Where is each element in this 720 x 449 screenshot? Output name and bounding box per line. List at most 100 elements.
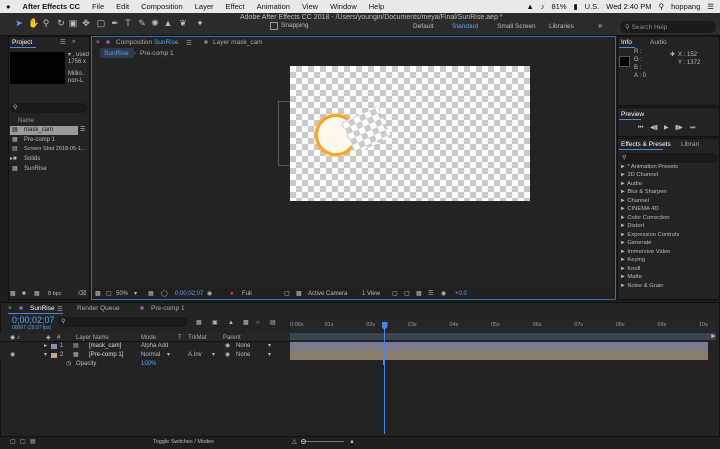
zoom-slider[interactable] xyxy=(302,441,344,442)
label-color-1[interactable] xyxy=(51,344,57,349)
pen-tool-icon[interactable]: ✒ xyxy=(110,18,120,29)
timeline-search-input[interactable]: ⚲ xyxy=(58,317,188,327)
work-area-bar[interactable] xyxy=(290,333,716,340)
camera-tool-icon[interactable]: ▣ xyxy=(68,18,78,29)
folder-icon[interactable]: ▸■ xyxy=(10,155,17,163)
menu-composition[interactable]: Composition xyxy=(135,2,189,11)
menu-file[interactable]: File xyxy=(86,2,110,11)
breadcrumb-sunrise[interactable]: SunRise xyxy=(104,50,129,57)
tab-audio[interactable]: Audio xyxy=(650,39,667,46)
tab-pre-comp[interactable]: Pre-comp 1 xyxy=(151,305,185,312)
flowchart-icon[interactable]: ☰ xyxy=(428,290,433,298)
clone-tool-icon[interactable]: ✺ xyxy=(150,18,160,29)
first-frame-icon[interactable]: ⏮ xyxy=(638,124,643,132)
zoom-select[interactable]: 50% xyxy=(116,290,128,298)
zoom-tool-icon[interactable]: ⚲ xyxy=(41,18,51,29)
menu-view[interactable]: View xyxy=(296,2,324,11)
zoom-slider-handle[interactable] xyxy=(301,439,306,444)
layer-2-trkmat[interactable]: A.Inv xyxy=(188,351,202,360)
rectangle-tool-icon[interactable]: ▢ xyxy=(96,18,106,29)
color-channel-icon[interactable]: ● xyxy=(230,290,234,298)
workspace-more-icon[interactable]: » xyxy=(598,21,602,30)
effect-knoll[interactable]: ► Knoll xyxy=(620,266,640,272)
interpret-footage-icon[interactable]: ▩ xyxy=(10,290,16,298)
expand-layer-1-icon[interactable]: ▸ xyxy=(44,342,47,351)
play-icon[interactable]: ▶ xyxy=(664,124,669,132)
layer-2-trkmat-chevron-icon[interactable]: ▾ xyxy=(212,351,215,360)
menu-window[interactable]: Window xyxy=(324,2,363,11)
flow-icon[interactable]: ☰ xyxy=(80,126,85,134)
tab-info[interactable]: Info xyxy=(621,39,632,46)
tab-render-queue[interactable]: Render Queue xyxy=(77,305,120,312)
toggle-switches-modes[interactable]: Toggle Switches / Modes xyxy=(153,438,214,446)
stopwatch-icon[interactable]: ◷ xyxy=(66,360,71,369)
layer-2-visibility-icon[interactable]: ◉ xyxy=(10,351,15,360)
playhead[interactable] xyxy=(383,322,385,434)
effect-generate[interactable]: ► Generate xyxy=(620,240,652,246)
hand-tool-icon[interactable]: ✋ xyxy=(28,18,39,29)
chevron-down-icon[interactable]: ▾ xyxy=(134,290,137,298)
delete-icon[interactable]: ⌫ xyxy=(78,290,86,298)
layer-1-name[interactable]: [mask_cam] xyxy=(89,342,121,351)
zoom-out-icon[interactable]: △ xyxy=(292,438,297,446)
effect-audio[interactable]: ► Audio xyxy=(620,181,642,187)
exposure-value[interactable]: +0.0 xyxy=(455,290,467,298)
comp-panel-menu-icon[interactable]: ☰ xyxy=(186,39,192,47)
draft-3d-icon[interactable]: ▣ xyxy=(212,319,218,327)
roto-tool-icon[interactable]: ❦ xyxy=(178,18,188,29)
tab-timeline-sunrise[interactable]: SunRise xyxy=(30,305,55,312)
effect-matte[interactable]: ► Matte xyxy=(620,274,642,280)
apple-icon[interactable]: ● xyxy=(0,2,17,11)
last-frame-icon[interactable]: ⏭ xyxy=(690,124,695,132)
layer-1-mode[interactable]: Alpha Add xyxy=(141,342,177,351)
layer-2-mode-chevron-icon[interactable]: ▾ xyxy=(167,351,170,360)
tab-effects-presets[interactable]: Effects & Presets xyxy=(621,141,671,148)
layer-1-parent-icon[interactable]: ◉ xyxy=(225,342,230,351)
project-panel-menu-icon[interactable]: » xyxy=(72,38,76,45)
workspace-small-screen[interactable]: Small Screen xyxy=(497,23,536,30)
layer-2-parent[interactable]: None xyxy=(236,351,250,360)
battery-percent[interactable]: 81% xyxy=(552,2,567,11)
type-tool-icon[interactable]: T xyxy=(123,18,133,29)
puppet-tool-icon[interactable]: ✦ xyxy=(195,18,205,29)
label-color-2[interactable] xyxy=(51,353,57,358)
menu-list-icon[interactable]: ☰ xyxy=(707,2,714,11)
graph-editor-icon[interactable]: ▤ xyxy=(270,319,276,327)
pan-behind-tool-icon[interactable]: ✥ xyxy=(81,18,91,29)
effect-blur-sharpen[interactable]: ► Blur & Sharpen xyxy=(620,189,667,195)
effect-distort[interactable]: ► Distort xyxy=(620,223,644,229)
property-opacity-value[interactable]: 100% xyxy=(141,360,156,369)
project-search-input[interactable]: ⚲ xyxy=(10,103,88,113)
eraser-tool-icon[interactable]: ▲ xyxy=(163,18,173,29)
layer-1-parent-chevron-icon[interactable]: ▾ xyxy=(268,342,271,351)
effect-noise-grain[interactable]: ► Noise & Grain xyxy=(620,283,663,289)
effect-expression-controls[interactable]: ► Expression Controls xyxy=(620,232,679,238)
input-source[interactable]: U.S. xyxy=(585,2,600,11)
timeline-nav-end[interactable]: ► xyxy=(710,333,717,340)
user-name[interactable]: hoppang xyxy=(671,2,700,11)
wifi-icon[interactable]: ▲ xyxy=(526,2,533,11)
motion-blur-icon[interactable]: ○ xyxy=(256,319,260,327)
layer-2-parent-chevron-icon[interactable]: ▾ xyxy=(268,351,271,360)
workspace-standard[interactable]: Standard xyxy=(452,23,478,30)
effect-animation-presets[interactable]: ► * Animation Presets xyxy=(620,164,678,170)
effect-cinema-4d[interactable]: ► CINEMA 4D xyxy=(620,206,659,212)
project-item-screenshot[interactable]: Screen Shot 2018-05-1… xyxy=(24,145,86,153)
column-name-header[interactable]: Name xyxy=(18,117,34,125)
toggle-switches-icon[interactable]: ▢ xyxy=(10,438,16,446)
project-item-pre-comp[interactable]: Pre-comp 1 xyxy=(24,136,55,144)
project-item-solids[interactable]: Solids xyxy=(24,155,40,163)
rotate-tool-icon[interactable]: ↻ xyxy=(56,18,66,29)
project-menu-icon[interactable]: ☰ xyxy=(60,38,66,46)
toggle-modes-icon[interactable]: ▢ xyxy=(20,438,26,446)
effect-keying[interactable]: ► Keying xyxy=(620,257,645,263)
zoom-in-icon[interactable]: ▲ xyxy=(349,438,355,446)
app-menu[interactable]: After Effects CC xyxy=(17,2,87,11)
frame-blending-icon[interactable]: ▩ xyxy=(243,319,249,327)
brush-tool-icon[interactable]: ✎ xyxy=(137,18,147,29)
comp-timecode[interactable]: 0;00;02;07 xyxy=(175,290,203,298)
shy-icon[interactable]: ▲ xyxy=(228,319,234,327)
new-folder-icon[interactable]: ■ xyxy=(22,290,26,298)
prev-frame-icon[interactable]: ◀▮ xyxy=(650,124,658,132)
timeline-menu-icon[interactable]: ☰ xyxy=(57,305,63,313)
